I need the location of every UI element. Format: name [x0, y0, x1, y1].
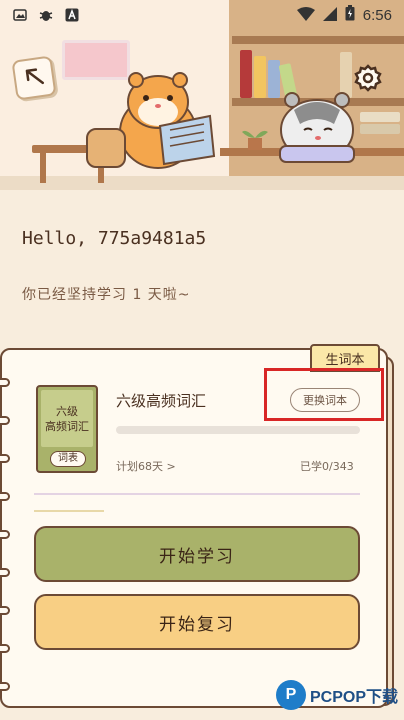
battery-icon: [345, 5, 355, 25]
binder-ring: [0, 492, 10, 501]
divider: [34, 493, 360, 495]
greeting-text: Hello, 775a9481a5: [22, 228, 207, 249]
gear-icon: [353, 63, 383, 97]
highlight-box: [264, 368, 384, 421]
cover-title: 六级 高频词汇: [41, 390, 93, 447]
learned-count: 已学0/343: [300, 460, 354, 473]
progress-bar: [116, 426, 360, 434]
binder-ring: [0, 416, 10, 425]
hamster-reading: [110, 60, 220, 170]
start-review-button[interactable]: 开始复习: [34, 594, 360, 650]
book: [240, 50, 252, 98]
watermark-logo: P: [276, 680, 306, 710]
table-leg: [40, 153, 46, 183]
binder-ring: [0, 378, 10, 387]
binder-ring: [0, 606, 10, 615]
book: [360, 112, 400, 122]
book: [360, 124, 400, 134]
start-learning-button[interactable]: 开始学习: [34, 526, 360, 582]
binder-ring: [0, 682, 10, 691]
status-bar: 6:56: [0, 0, 404, 30]
binder-ring: [0, 454, 10, 463]
binder-ring: [0, 530, 10, 539]
signal-icon: [322, 6, 337, 25]
wordbook-title: 六级高频词汇: [116, 392, 207, 410]
binder-ring: [0, 568, 10, 577]
watermark: P PCPOP下载: [276, 680, 398, 710]
back-button[interactable]: [11, 55, 57, 101]
bug-icon: [38, 7, 54, 23]
wordbook-cover[interactable]: 六级 高频词汇 词表: [36, 385, 98, 473]
watermark-text: PCPOP下载: [310, 689, 399, 706]
streak-text: 你已经坚持学习 1 天啦~: [22, 287, 191, 303]
shelf-board: [232, 36, 404, 44]
back-arrow-icon: [20, 62, 48, 93]
wifi-icon: [296, 6, 315, 25]
a-icon: [64, 7, 80, 23]
cover-badge: 词表: [50, 451, 86, 467]
book: [254, 56, 266, 98]
photo-icon: [12, 7, 28, 23]
plan-link[interactable]: 计划68天 >: [116, 458, 176, 474]
floor: [0, 176, 404, 190]
backpack: [86, 128, 126, 168]
divider-accent: [34, 510, 104, 512]
clock: 6:56: [362, 6, 392, 24]
plant-pot: [240, 126, 270, 150]
binder-ring: [0, 644, 10, 653]
settings-button[interactable]: [348, 60, 388, 100]
